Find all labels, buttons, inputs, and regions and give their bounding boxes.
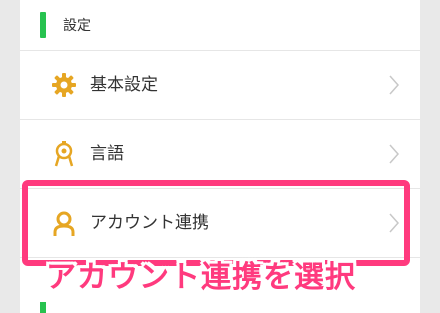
settings-item-basic[interactable]: 基本設定	[20, 51, 420, 119]
chevron-right-icon	[389, 144, 400, 164]
section-accent-bar	[40, 12, 46, 38]
annotation-caption: アカウント連携を選択	[46, 260, 356, 295]
next-section-accent-bar	[40, 302, 46, 313]
language-icon	[54, 141, 74, 167]
chevron-right-icon	[389, 75, 400, 95]
section-title: 設定	[63, 18, 91, 34]
section-header: 設定	[20, 0, 420, 50]
settings-item-language[interactable]: 言語	[20, 120, 420, 188]
settings-item-label: 基本設定	[90, 75, 158, 95]
gear-icon	[52, 73, 76, 97]
highlight-frame	[22, 180, 410, 266]
settings-item-label: 言語	[90, 144, 124, 164]
